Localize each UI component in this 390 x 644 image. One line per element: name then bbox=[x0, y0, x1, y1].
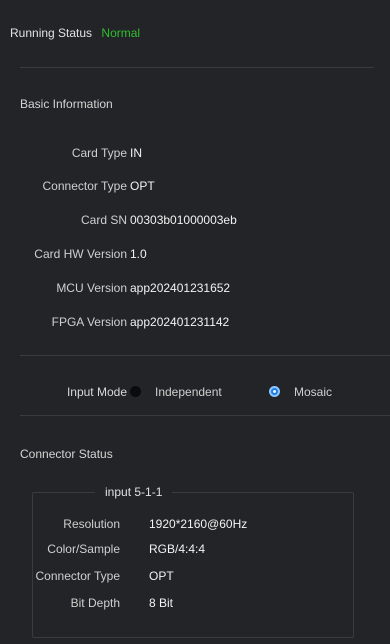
connector-status-title: Connector Status bbox=[20, 447, 113, 461]
resolution-row: Resolution 1920*2160@60Hz bbox=[33, 516, 353, 532]
card-hw-version-value: 1.0 bbox=[130, 247, 147, 261]
divider bbox=[20, 415, 390, 416]
color-sample-row: Color/Sample RGB/4:4:4 bbox=[33, 541, 353, 557]
connector-type-row: Connector Type OPT bbox=[33, 568, 353, 584]
bit-depth-row: Bit Depth 8 Bit bbox=[33, 595, 353, 611]
connector-type-value: OPT bbox=[130, 179, 155, 193]
connector-group-box: input 5-1-1 Resolution 1920*2160@60Hz Co… bbox=[32, 484, 354, 638]
card-type-value: IN bbox=[130, 146, 142, 160]
input-mode-row: Input Mode Independent Mosaic bbox=[0, 384, 390, 400]
card-sn-label: Card SN bbox=[80, 213, 127, 227]
color-sample-label: Color/Sample bbox=[47, 542, 120, 556]
color-sample-value: RGB/4:4:4 bbox=[149, 542, 206, 556]
running-status-label: Running Status bbox=[10, 26, 93, 40]
mcu-version-value: app202401231652 bbox=[130, 281, 231, 295]
card-hw-version-label: Card HW Version bbox=[34, 247, 127, 261]
fpga-version-value: app202401231142 bbox=[130, 315, 230, 329]
connector-type-label: Connector Type bbox=[35, 569, 121, 583]
independent-radio[interactable] bbox=[130, 386, 141, 397]
mcu-version-row: MCU Version app202401231652 bbox=[0, 280, 390, 296]
mosaic-radio[interactable] bbox=[269, 386, 280, 397]
basic-info-title: Basic Information bbox=[20, 97, 113, 111]
bit-depth-label: Bit Depth bbox=[70, 596, 120, 610]
resolution-label: Resolution bbox=[63, 517, 120, 531]
resolution-value: 1920*2160@60Hz bbox=[149, 517, 248, 531]
running-status: Running Status Normal bbox=[10, 26, 140, 40]
bit-depth-value: 8 Bit bbox=[149, 596, 174, 610]
card-hw-version-row: Card HW Version 1.0 bbox=[0, 246, 390, 262]
connector-type-label: Connector Type bbox=[42, 179, 128, 193]
card-sn-row: Card SN 00303b01000003eb bbox=[0, 212, 390, 228]
running-status-value: Normal bbox=[101, 26, 141, 40]
fpga-version-label: FPGA Version bbox=[51, 315, 127, 329]
mcu-version-label: MCU Version bbox=[56, 281, 127, 295]
divider bbox=[20, 67, 374, 68]
independent-option-label[interactable]: Independent bbox=[155, 384, 222, 400]
divider bbox=[20, 355, 390, 356]
card-type-label: Card Type bbox=[71, 146, 127, 160]
input-mode-label: Input Mode bbox=[66, 385, 127, 399]
status-bar: Running Status Normal bbox=[0, 0, 390, 62]
card-sn-value: 00303b01000003eb bbox=[130, 213, 237, 227]
connector-group-title: input 5-1-1 bbox=[95, 484, 173, 500]
card-type-row: Card Type IN bbox=[0, 145, 390, 161]
mosaic-option-label[interactable]: Mosaic bbox=[294, 384, 332, 400]
connector-type-row: Connector Type OPT bbox=[0, 178, 390, 194]
connector-type-value: OPT bbox=[149, 569, 174, 583]
fpga-version-row: FPGA Version app202401231142 bbox=[0, 314, 390, 330]
